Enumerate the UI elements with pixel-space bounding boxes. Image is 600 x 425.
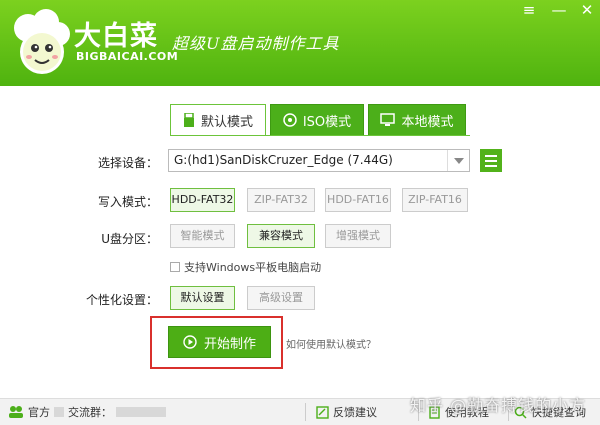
personalization-label: 个性化设置：: [85, 293, 158, 307]
device-label: 选择设备：: [97, 156, 158, 170]
official-group[interactable]: 官方 交流群：: [8, 404, 166, 420]
monitor-icon: [380, 113, 396, 126]
tab-label: 默认模式: [200, 114, 253, 130]
group-icon: [9, 406, 23, 418]
option-compatible-mode[interactable]: 兼容模式: [247, 224, 315, 248]
menu-icon[interactable]: ≡: [516, 0, 542, 20]
option-smart-mode[interactable]: 智能模式: [170, 224, 235, 248]
feedback-label: 反馈建议: [333, 406, 377, 419]
group-label-2: 交流群：: [68, 406, 112, 419]
tab-local-mode[interactable]: 本地模式: [368, 104, 466, 136]
option-enhanced-mode[interactable]: 增强模式: [325, 224, 391, 248]
header: 大白菜 BIGBAICAI.COM 超级U盘启动制作工具 ≡ — ✕: [0, 0, 600, 86]
write-mode-label: 写入模式：: [97, 195, 158, 209]
cabbage-mascot-logo: [14, 9, 70, 74]
group-label: 官方: [28, 406, 50, 419]
usb-icon: [183, 113, 194, 127]
option-zip-fat32[interactable]: ZIP-FAT32: [247, 188, 315, 212]
disc-icon: [283, 113, 297, 127]
zhihu-watermark: 知乎 @勤奋搏钱的小方: [410, 396, 587, 415]
option-advanced-settings[interactable]: 高级设置: [247, 286, 315, 310]
option-hdd-fat16[interactable]: HDD-FAT16: [325, 188, 391, 212]
device-value: G:(hd1)SanDiskCruzer_Edge (7.44G): [174, 153, 393, 167]
tab-label: 本地模式: [401, 114, 454, 130]
feedback-link[interactable]: 反馈建议: [316, 404, 377, 420]
mode-tabs: 默认模式 ISO模式 本地模式: [170, 104, 466, 136]
option-hdd-fat32[interactable]: HDD-FAT32: [170, 188, 235, 212]
minimize-icon[interactable]: —: [546, 0, 572, 20]
close-icon[interactable]: ✕: [574, 0, 600, 20]
tab-iso-mode[interactable]: ISO模式: [270, 104, 364, 136]
divider: [305, 403, 306, 421]
redacted-block: [54, 407, 64, 417]
chevron-down-icon[interactable]: [447, 150, 469, 171]
tab-underline: [170, 135, 470, 136]
brand-domain: BIGBAICAI.COM: [76, 50, 179, 63]
feedback-icon: [316, 405, 329, 419]
start-button-label: 开始制作: [203, 336, 256, 352]
howto-link[interactable]: 如何使用默认模式？: [286, 336, 376, 351]
main-window: 大白菜 BIGBAICAI.COM 超级U盘启动制作工具 ≡ — ✕ 默认模式 …: [0, 0, 600, 425]
tablet-boot-checkbox[interactable]: 支持Windows平板电脑启动: [170, 259, 321, 275]
redacted-group-number: [116, 407, 166, 417]
device-select[interactable]: G:(hd1)SanDiskCruzer_Edge (7.44G): [168, 149, 470, 172]
option-default-settings[interactable]: 默认设置: [170, 286, 235, 310]
tab-label: ISO模式: [302, 114, 352, 130]
option-zip-fat16[interactable]: ZIP-FAT16: [402, 188, 468, 212]
checkbox-label: 支持Windows平板电脑启动: [184, 261, 322, 274]
tab-default-mode[interactable]: 默认模式: [170, 104, 266, 136]
device-menu-button[interactable]: [480, 149, 502, 172]
play-icon: [183, 335, 197, 349]
slogan: 超级U盘启动制作工具: [172, 34, 340, 53]
brand-name: 大白菜: [74, 21, 158, 52]
start-button[interactable]: 开始制作: [168, 326, 271, 358]
partition-label: U盘分区：: [101, 232, 158, 246]
checkbox-box[interactable]: [170, 262, 180, 272]
